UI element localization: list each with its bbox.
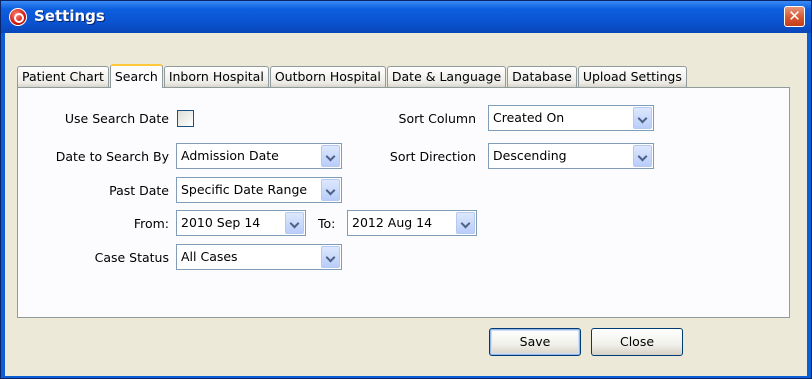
chevron-down-icon xyxy=(321,179,340,201)
case-status-value: All Cases xyxy=(181,249,238,264)
past-date-select[interactable]: Specific Date Range xyxy=(176,177,342,203)
to-date-picker[interactable]: 2012 Aug 14 xyxy=(347,210,477,236)
chevron-down-icon xyxy=(456,212,475,234)
tab-patient-chart[interactable]: Patient Chart xyxy=(17,66,109,87)
date-to-search-by-label: Date to Search By xyxy=(55,149,169,164)
tab-search[interactable]: Search xyxy=(109,64,163,88)
tab-strip: Patient Chart Search Inborn Hospital Out… xyxy=(17,63,688,88)
sort-column-value: Created On xyxy=(493,110,565,125)
from-label: From: xyxy=(133,216,169,231)
window-title: Settings xyxy=(34,7,105,25)
to-date-value: 2012 Aug 14 xyxy=(352,215,433,230)
chevron-down-icon xyxy=(321,246,340,268)
search-settings-panel: Use Search Date Date to Search By Admiss… xyxy=(17,87,790,318)
to-label: To: xyxy=(318,216,336,231)
past-date-value: Specific Date Range xyxy=(181,182,308,197)
chevron-down-icon xyxy=(321,145,340,167)
tab-inborn-hospital[interactable]: Inborn Hospital xyxy=(163,66,269,87)
sort-direction-select[interactable]: Descending xyxy=(488,143,654,169)
chevron-down-icon xyxy=(285,212,304,234)
window-close-button[interactable]: ✕ xyxy=(784,6,805,27)
sort-direction-value: Descending xyxy=(493,148,567,163)
sort-direction-label: Sort Direction xyxy=(389,149,476,164)
close-button[interactable]: Close xyxy=(591,328,683,356)
from-date-value: 2010 Sep 14 xyxy=(181,215,261,230)
case-status-select[interactable]: All Cases xyxy=(176,244,342,270)
tab-database[interactable]: Database xyxy=(507,66,577,87)
app-logo-icon xyxy=(9,8,27,26)
use-search-date-label: Use Search Date xyxy=(64,111,169,126)
use-search-date-checkbox[interactable] xyxy=(177,110,194,127)
save-button[interactable]: Save xyxy=(489,328,581,356)
chevron-down-icon xyxy=(633,107,652,129)
case-status-label: Case Status xyxy=(94,250,169,265)
past-date-label: Past Date xyxy=(109,183,169,198)
dialog-body: Patient Chart Search Inborn Hospital Out… xyxy=(5,33,807,376)
sort-column-label: Sort Column xyxy=(398,111,476,126)
tab-date-language[interactable]: Date & Language xyxy=(386,66,507,87)
date-to-search-by-value: Admission Date xyxy=(181,148,279,163)
sort-column-select[interactable]: Created On xyxy=(488,105,654,131)
date-to-search-by-select[interactable]: Admission Date xyxy=(176,143,342,169)
chevron-down-icon xyxy=(633,145,652,167)
settings-window: Settings ✕ Patient Chart Search Inborn H… xyxy=(0,0,812,379)
title-bar[interactable]: Settings ✕ xyxy=(1,1,811,33)
tab-outborn-hospital[interactable]: Outborn Hospital xyxy=(269,66,386,87)
tab-upload-settings[interactable]: Upload Settings xyxy=(577,66,687,87)
from-date-picker[interactable]: 2010 Sep 14 xyxy=(176,210,306,236)
